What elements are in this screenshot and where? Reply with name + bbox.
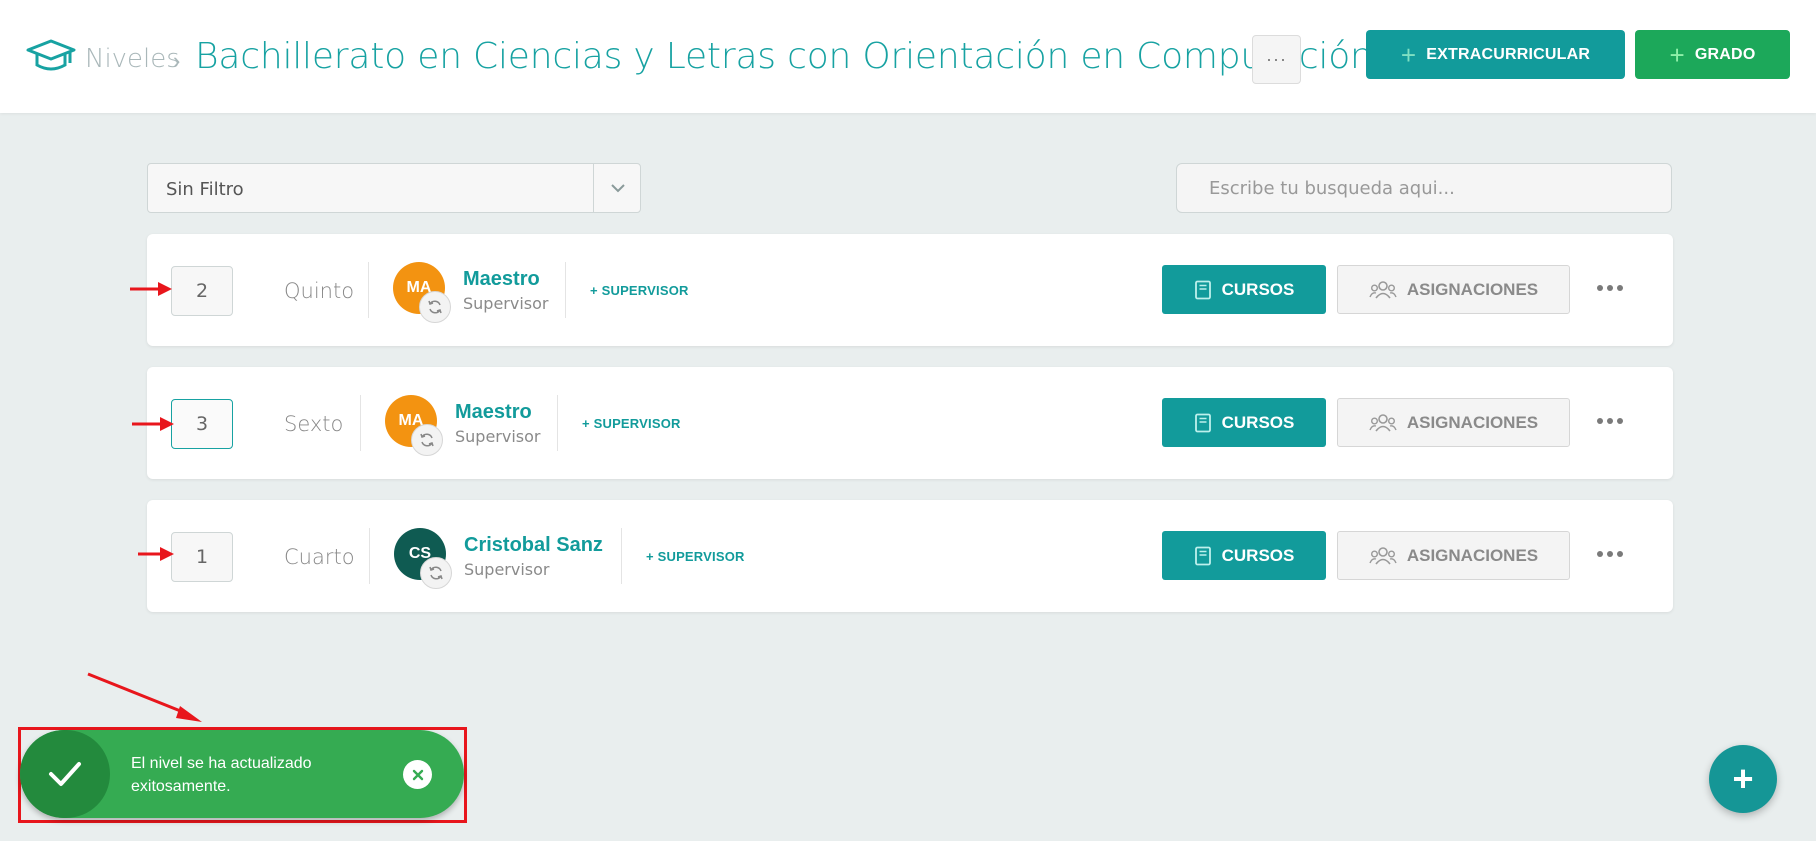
add-extracurricular-button[interactable]: + EXTRACURRICULAR (1366, 30, 1625, 79)
add-supervisor-link[interactable]: + SUPERVISOR (646, 549, 745, 564)
level-name: Cuarto (284, 545, 355, 569)
level-name: Quinto (284, 279, 355, 303)
add-grado-button[interactable]: + GRADO (1635, 30, 1790, 79)
teacher-role: Supervisor (455, 427, 541, 446)
level-order-input[interactable] (171, 532, 233, 582)
divider (360, 395, 361, 451)
book-icon (1194, 546, 1211, 565)
top-header: Niveles › Bachillerato en Ciencias y Let… (0, 0, 1816, 113)
divider (621, 528, 622, 584)
asignaciones-label: ASIGNACIONES (1406, 412, 1539, 432)
teacher-name[interactable]: Cristobal Sanz (464, 534, 603, 557)
cursos-button[interactable]: CURSOS (1162, 398, 1326, 447)
plus-icon: + (1400, 39, 1417, 70)
add-grado-label: GRADO (1694, 45, 1756, 63)
annotation-arrow-icon (130, 282, 172, 296)
sync-icon[interactable] (419, 291, 451, 323)
divider (368, 262, 369, 318)
level-order-input[interactable] (171, 266, 233, 316)
success-toast: El nivel se ha actualizado exitosamente. (20, 730, 464, 818)
level-row: Cuarto CS Cristobal Sanz Supervisor + SU… (147, 500, 1673, 612)
book-icon (1194, 280, 1211, 299)
plus-icon: + (1669, 39, 1685, 70)
users-icon (1369, 280, 1397, 299)
add-supervisor-link[interactable]: + SUPERVISOR (590, 283, 689, 298)
sync-icon[interactable] (420, 557, 452, 589)
chevron-down-icon[interactable] (608, 178, 628, 198)
add-extracurricular-label: EXTRACURRICULAR (1426, 45, 1591, 63)
cursos-button[interactable]: CURSOS (1162, 265, 1326, 314)
asignaciones-label: ASIGNACIONES (1406, 279, 1539, 299)
annotation-arrow-icon (132, 417, 174, 431)
row-more-options-button[interactable] (1594, 274, 1626, 302)
filter-select[interactable]: Sin Filtro (147, 163, 641, 213)
level-name: Sexto (284, 412, 344, 436)
add-supervisor-link[interactable]: + SUPERVISOR (582, 416, 681, 431)
level-row: Quinto MA Maestro Supervisor + SUPERVISO… (147, 234, 1673, 346)
teacher-role: Supervisor (464, 560, 550, 579)
level-row: Sexto MA Maestro Supervisor + SUPERVISOR… (147, 367, 1673, 479)
sync-icon[interactable] (411, 424, 443, 456)
filter-divider (593, 164, 594, 212)
users-icon (1369, 413, 1397, 432)
cursos-label: CURSOS (1221, 545, 1295, 565)
graduation-cap-icon (26, 39, 76, 71)
asignaciones-button[interactable]: ASIGNACIONES (1337, 531, 1570, 580)
asignaciones-label: ASIGNACIONES (1406, 545, 1539, 565)
divider (369, 528, 370, 584)
annotation-arrow-icon (87, 672, 202, 722)
ellipsis-icon: ··· (1266, 49, 1287, 69)
check-icon (20, 730, 110, 818)
cursos-label: CURSOS (1221, 279, 1295, 299)
divider (565, 262, 566, 318)
users-icon (1369, 546, 1397, 565)
cursos-label: CURSOS (1221, 412, 1295, 432)
search-input[interactable] (1176, 163, 1672, 213)
teacher-name[interactable]: Maestro (463, 268, 540, 291)
page-title: Bachillerato en Ciencias y Letras con Or… (195, 36, 1373, 77)
asignaciones-button[interactable]: ASIGNACIONES (1337, 398, 1570, 447)
add-floating-button[interactable]: + (1709, 745, 1777, 813)
book-icon (1194, 413, 1211, 432)
divider (557, 395, 558, 451)
breadcrumb-niveles-link[interactable]: Niveles (85, 44, 180, 74)
breadcrumb-separator: › (173, 48, 181, 73)
level-order-input[interactable] (171, 399, 233, 449)
title-more-options-button[interactable]: ··· (1252, 35, 1301, 84)
filter-selected-value: Sin Filtro (166, 179, 244, 200)
teacher-role: Supervisor (463, 294, 549, 313)
teacher-name[interactable]: Maestro (455, 401, 532, 424)
row-more-options-button[interactable] (1594, 407, 1626, 435)
row-more-options-button[interactable] (1594, 540, 1626, 568)
cursos-button[interactable]: CURSOS (1162, 531, 1326, 580)
asignaciones-button[interactable]: ASIGNACIONES (1337, 265, 1570, 314)
toast-message: El nivel se ha actualizado exitosamente. (131, 755, 312, 795)
close-icon[interactable] (403, 760, 432, 789)
annotation-arrow-icon (138, 547, 174, 561)
